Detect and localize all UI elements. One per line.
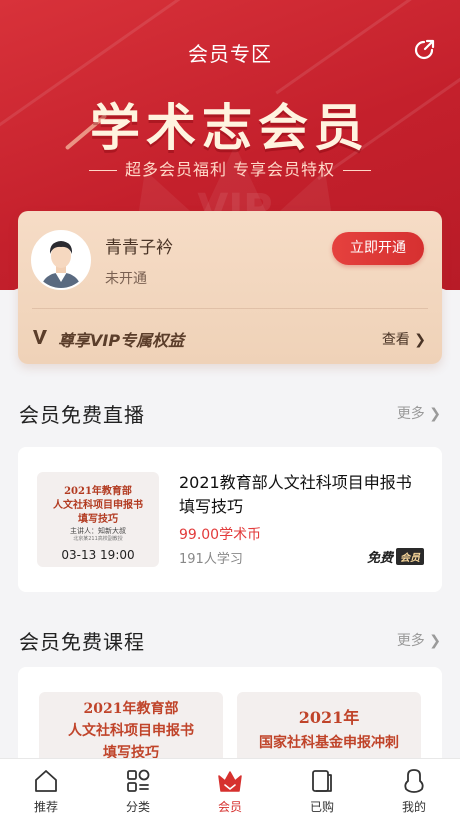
tab-label: 我的 (401, 800, 426, 814)
thumb-text: 填写技巧 (78, 514, 118, 525)
tab-label: 会员 (217, 800, 242, 814)
tab-member[interactable]: 会员 (184, 759, 276, 818)
course-more-link[interactable]: 更多 ❯ (397, 630, 441, 650)
chevron-right-icon: ❯ (429, 406, 441, 422)
membership-status: 未开通 (105, 271, 147, 287)
view-benefits-link[interactable]: 查看 ❯ (382, 329, 426, 349)
tab-recommend[interactable]: 推荐 (0, 759, 92, 818)
divider-line (343, 170, 372, 171)
free-for-member-tag: 免费 会员 (366, 548, 424, 566)
live-title: 2021教育部人文社科项目申报书填写技巧 (179, 473, 412, 516)
divider-line (88, 170, 117, 171)
tab-purchased[interactable]: 已购 (276, 759, 368, 818)
tab-label: 已购 (309, 800, 334, 814)
live-section-title: 会员免费直播 (19, 403, 145, 427)
avatar-illustration (33, 232, 89, 288)
crown-icon (218, 771, 242, 792)
page-title: 会员专区 (188, 42, 272, 66)
course-thumb-text: 2021年 (298, 708, 360, 727)
card-divider (32, 308, 428, 309)
tab-category[interactable]: 分类 (92, 759, 184, 818)
course-thumb-text: 国家社科基金申报冲刺 (259, 735, 399, 751)
tab-label: 推荐 (33, 800, 58, 814)
free-label: 免费 (366, 551, 393, 566)
live-more-label: 更多 (396, 406, 425, 422)
home-icon (35, 770, 57, 792)
bottom-tab-bar: 推荐 分类 会员 已购 我的 (0, 758, 460, 818)
profile-icon (404, 769, 424, 793)
purchased-icon (312, 770, 332, 792)
live-more-link[interactable]: 更多 ❯ (397, 403, 441, 423)
live-course-card[interactable]: 2021年教育部 人文社科项目申报书 填写技巧 主讲人：知新大叔 北京某211高… (18, 447, 442, 592)
user-name: 青青子衿 (105, 238, 173, 258)
open-membership-button[interactable]: 立即开通 (332, 232, 424, 265)
hero-subtitle-text: 超多会员福利 专享会员特权 (124, 160, 336, 179)
tab-label: 分类 (125, 800, 150, 814)
view-benefits-label: 查看 (381, 332, 410, 348)
course-section-title: 会员免费课程 (19, 630, 145, 654)
share-icon[interactable] (410, 36, 438, 64)
category-icon (127, 769, 150, 792)
live-thumbnail: 2021年教育部 人文社科项目申报书 填写技巧 主讲人：知新大叔 北京某211高… (37, 472, 159, 567)
tab-profile[interactable]: 我的 (368, 759, 460, 818)
member-badge: 会员 (396, 548, 424, 565)
member-card: 青青子衿 未开通 立即开通 尊享VIP专属权益 查看 ❯ (18, 211, 442, 364)
vip-benefit-text[interactable]: 尊享VIP专属权益 (58, 327, 184, 351)
thumb-speaker-note: 北京某211高校副教授 (73, 536, 123, 542)
course-thumb-text: 2021年教育部 (83, 701, 179, 717)
vip-v-icon (33, 330, 47, 344)
live-datetime: 03-13 19:00 (61, 548, 135, 562)
hero-subtitle: 超多会员福利 专享会员特权 (0, 156, 460, 180)
chevron-right-icon: ❯ (429, 633, 441, 649)
learner-count: 191人学习 (179, 552, 243, 567)
thumb-text: 人文社科项目申报书 (53, 500, 143, 511)
live-price: 99.00学术币 (179, 527, 262, 543)
course-more-label: 更多 (396, 633, 425, 649)
course-thumb-text: 人文社科项目申报书 (68, 723, 194, 739)
chevron-right-icon: ❯ (414, 332, 426, 348)
hero-title: 学术志会员 (90, 98, 370, 157)
avatar[interactable] (31, 230, 91, 290)
thumb-text: 2021年教育部 (64, 486, 132, 497)
